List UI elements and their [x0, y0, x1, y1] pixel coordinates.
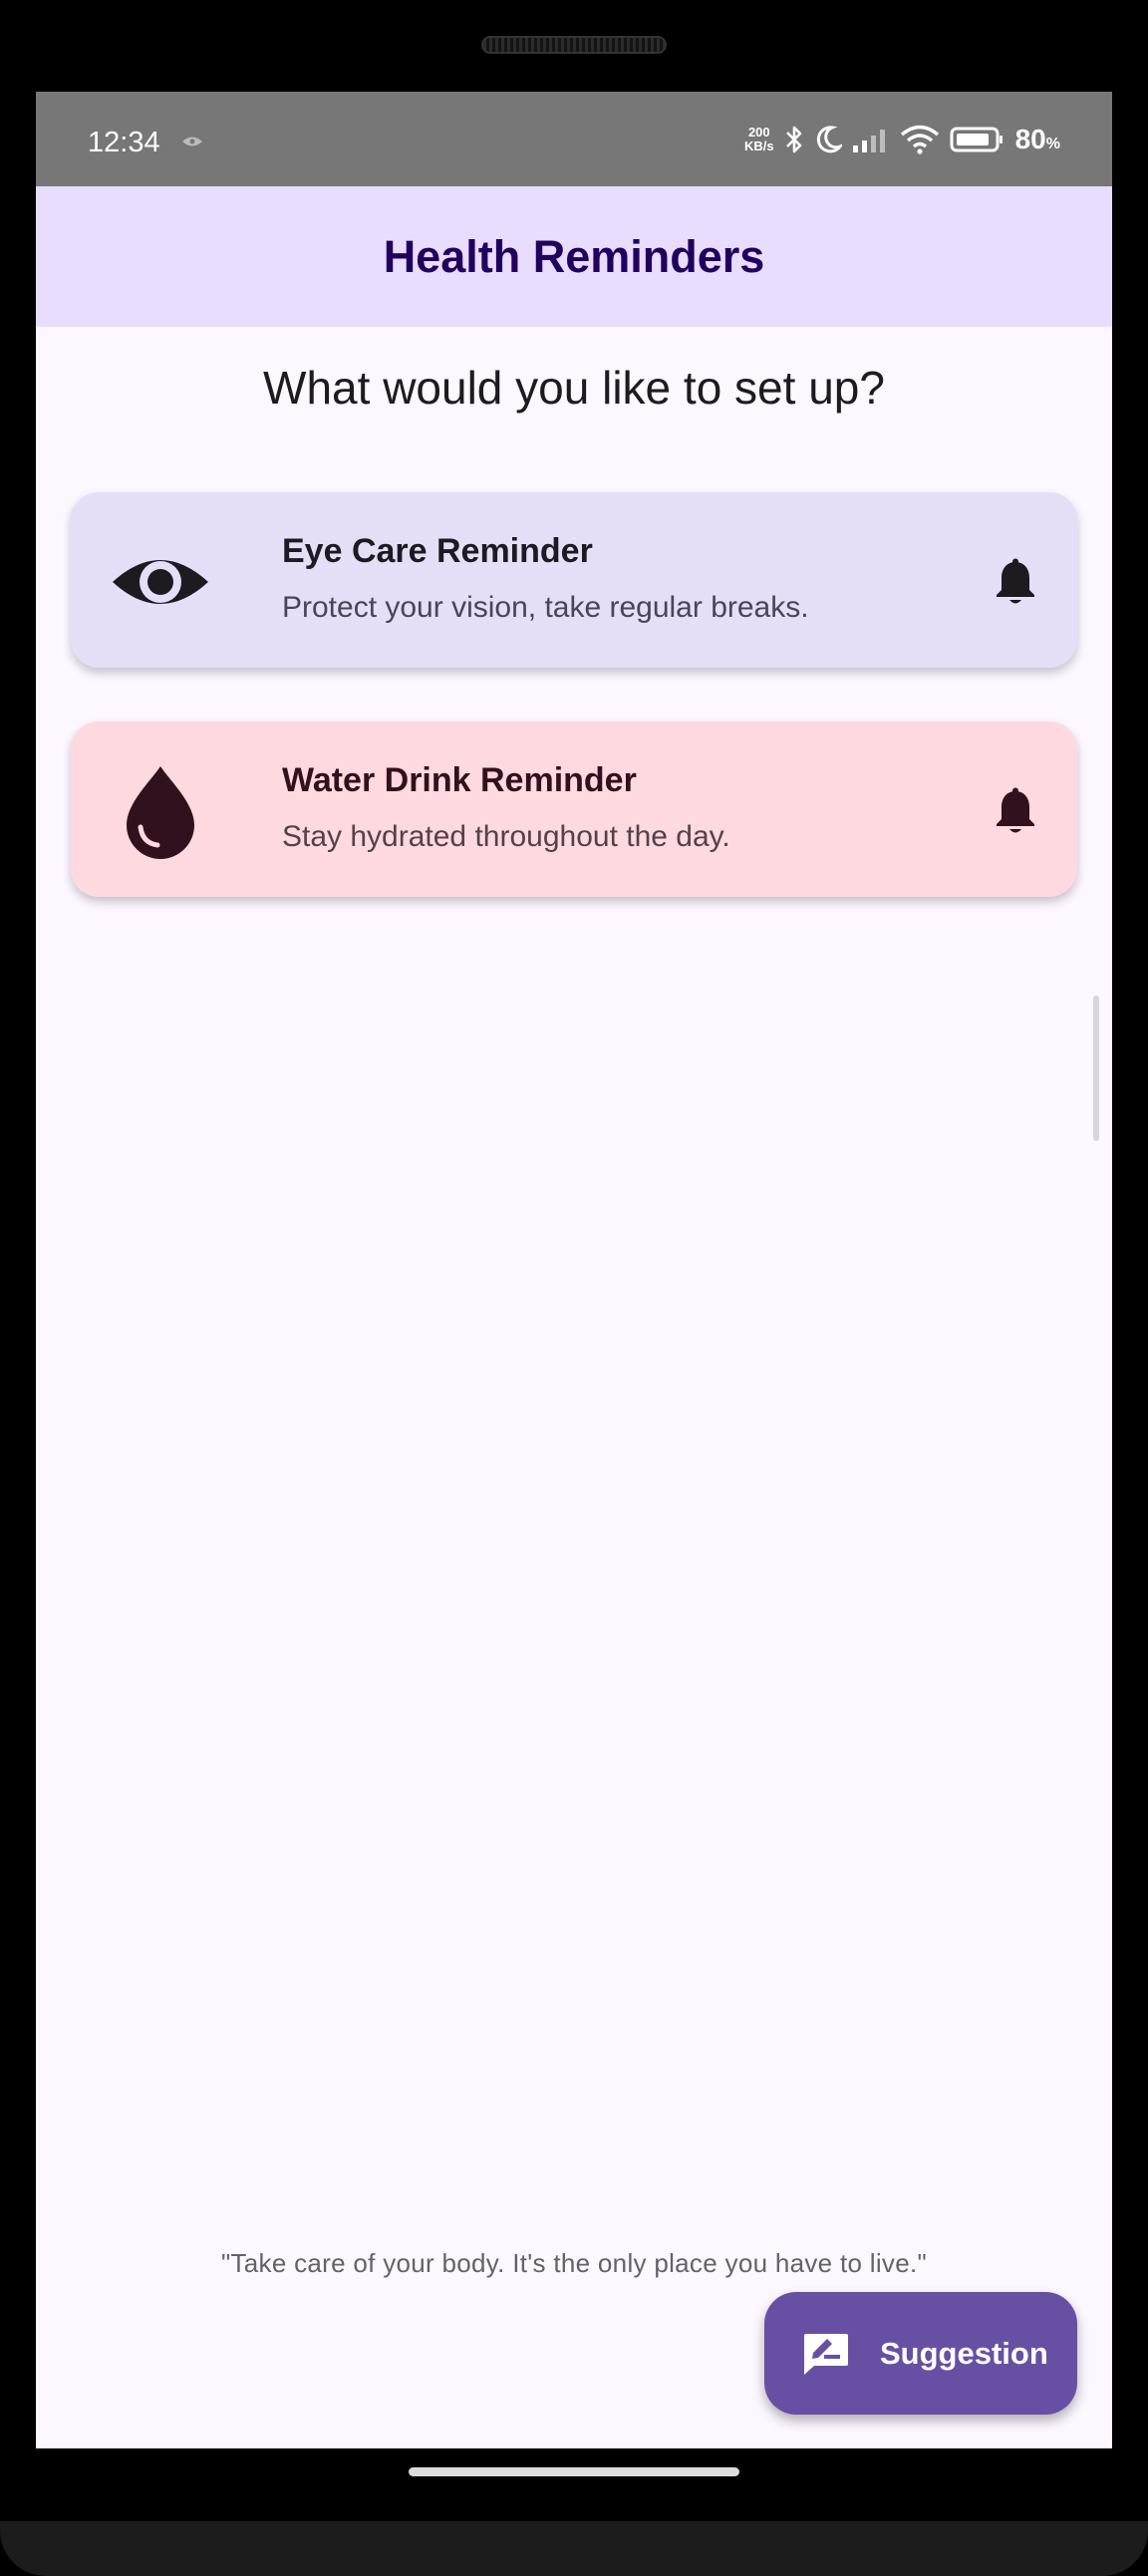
moon-icon — [816, 126, 842, 153]
bell-icon[interactable] — [994, 787, 1037, 835]
battery-icon — [950, 127, 1003, 152]
card-description: Protect your vision, take regular breaks… — [282, 591, 809, 624]
health-quote: "Take care of your body. It's the only p… — [220, 2248, 928, 2278]
bell-icon[interactable] — [994, 558, 1037, 606]
eye-icon — [182, 137, 202, 146]
card-title: Eye Care Reminder — [282, 532, 593, 570]
network-speed-unit: KB/s — [743, 139, 774, 153]
screen: 12:34 200 KB/s 80% Health Reminders What… — [36, 92, 1112, 2448]
suggestion-button[interactable]: Suggestion — [764, 2292, 1077, 2415]
status-bar: 12:34 200 KB/s 80% — [36, 92, 1112, 186]
top-app-bar: Health Reminders — [36, 186, 1112, 327]
wifi-icon — [900, 125, 939, 154]
card-title: Water Drink Reminder — [282, 761, 637, 799]
eye-care-reminder-card[interactable]: Eye Care Reminder Protect your vision, t… — [71, 492, 1077, 668]
network-speed-value: 200 — [747, 125, 770, 140]
phone-frame: 12:34 200 KB/s 80% Health Reminders What… — [0, 0, 1148, 2576]
earpiece-speaker — [481, 36, 667, 54]
eye-icon — [113, 560, 208, 604]
phone-bottom-bezel — [0, 2521, 1148, 2576]
status-icons: 200 KB/s 80% — [744, 123, 1060, 156]
bluetooth-icon — [785, 126, 801, 153]
scrollbar[interactable] — [1093, 996, 1099, 1141]
battery-percent: 80 — [1014, 124, 1046, 154]
battery-unit: % — [1045, 136, 1060, 152]
status-time: 12:34 — [88, 127, 160, 158]
water-drink-reminder-card[interactable]: Water Drink Reminder Stay hydrated throu… — [71, 721, 1077, 897]
app-title: Health Reminders — [383, 230, 765, 282]
gesture-nav-handle[interactable] — [409, 2467, 739, 2476]
battery-level: 80% — [1015, 124, 1060, 155]
setup-prompt: What would you like to set up? — [263, 362, 885, 414]
suggestion-label: Suggestion — [880, 2335, 1048, 2371]
network-speed: 200 KB/s — [744, 126, 774, 153]
card-description: Stay hydrated throughout the day. — [282, 820, 730, 853]
signal-icon — [852, 130, 885, 152]
feedback-icon — [804, 2333, 848, 2375]
water-drop-icon — [127, 766, 194, 859]
